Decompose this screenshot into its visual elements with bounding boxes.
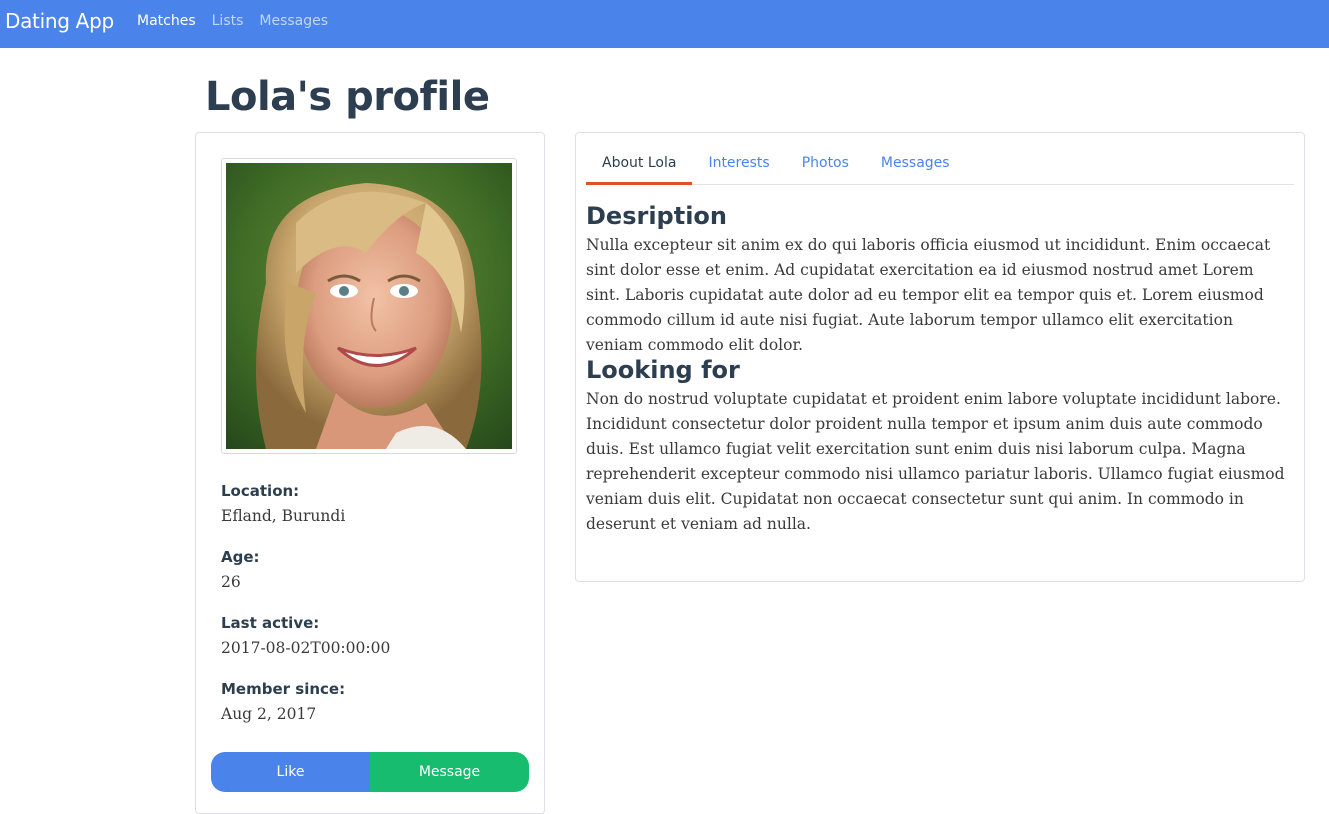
looking-for-heading: Looking for — [586, 356, 740, 384]
looking-for-section: Looking for Non do nostrud voluptate cup… — [586, 355, 1290, 537]
profile-tabs: About Lola Interests Photos Messages — [586, 143, 1294, 185]
like-button[interactable]: Like — [211, 752, 370, 792]
tab-about[interactable]: About Lola — [586, 143, 693, 185]
age-field: Age: 26 — [221, 547, 260, 593]
location-label: Location: — [221, 482, 300, 500]
profile-tabs-card: About Lola Interests Photos Messages Des… — [575, 132, 1305, 582]
age-value: 26 — [221, 573, 241, 591]
tab-interests[interactable]: Interests — [692, 143, 785, 183]
nav-link-lists[interactable]: Lists — [212, 13, 244, 29]
profile-photo-frame — [221, 158, 517, 454]
tab-photos[interactable]: Photos — [786, 143, 865, 183]
looking-for-text: Non do nostrud voluptate cupidatat et pr… — [586, 390, 1285, 533]
nav-link-matches[interactable]: Matches — [137, 13, 196, 29]
page-title: Lola's profile — [205, 74, 490, 120]
location-field: Location: Efland, Burundi — [221, 481, 345, 527]
profile-card: Location: Efland, Burundi Age: 26 Last a… — [195, 132, 545, 814]
nav-link-messages[interactable]: Messages — [259, 13, 328, 29]
action-button-group: Like Message — [211, 752, 529, 792]
profile-photo — [226, 163, 512, 449]
last-active-field: Last active: 2017-08-02T00:00:00 — [221, 613, 390, 659]
nav-links: Matches Lists Messages — [137, 13, 344, 29]
tab-messages[interactable]: Messages — [865, 143, 966, 183]
member-since-label: Member since: — [221, 680, 346, 698]
profile-photo-image — [226, 163, 512, 449]
member-since-field: Member since: Aug 2, 2017 — [221, 679, 345, 725]
description-section: Desription Nulla excepteur sit anim ex d… — [586, 201, 1290, 358]
location-value: Efland, Burundi — [221, 507, 346, 525]
member-since-value: Aug 2, 2017 — [221, 705, 317, 723]
brand-link[interactable]: Dating App — [5, 9, 114, 33]
message-button[interactable]: Message — [370, 752, 529, 792]
age-label: Age: — [221, 548, 260, 566]
navbar: Dating App Matches Lists Messages — [0, 0, 1329, 48]
last-active-label: Last active: — [221, 614, 320, 632]
description-text: Nulla excepteur sit anim ex do qui labor… — [586, 236, 1271, 354]
last-active-value: 2017-08-02T00:00:00 — [221, 639, 391, 657]
description-heading: Desription — [586, 202, 727, 230]
